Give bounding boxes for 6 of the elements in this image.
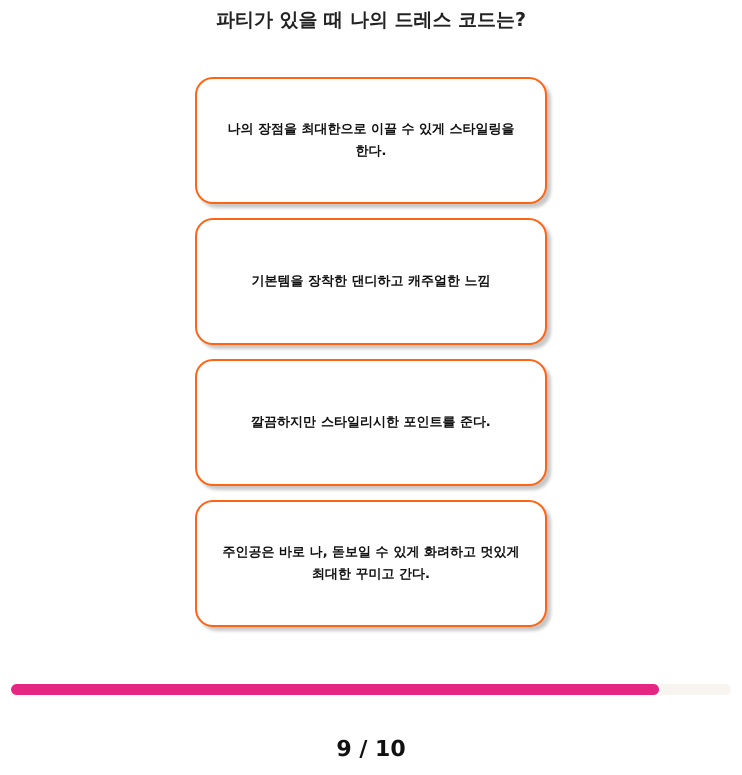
answer-button[interactable]: 주인공은 바로 나, 돋보일 수 있게 화려하고 멋있게 최대한 꾸미고 간다. (195, 500, 547, 627)
answer-button[interactable]: 깔끔하지만 스타일리시한 포인트를 준다. (195, 359, 547, 486)
progress-counter: 9 / 10 (336, 736, 406, 764)
answer-button[interactable]: 나의 장점을 최대한으로 이끌 수 있게 스타일링을 한다. (195, 77, 547, 204)
answer-button[interactable]: 기본템을 장착한 댄디하고 캐주얼한 느낌 (195, 218, 547, 345)
question-title: 파티가 있을 때 나의 드레스 코드는? (216, 8, 526, 33)
